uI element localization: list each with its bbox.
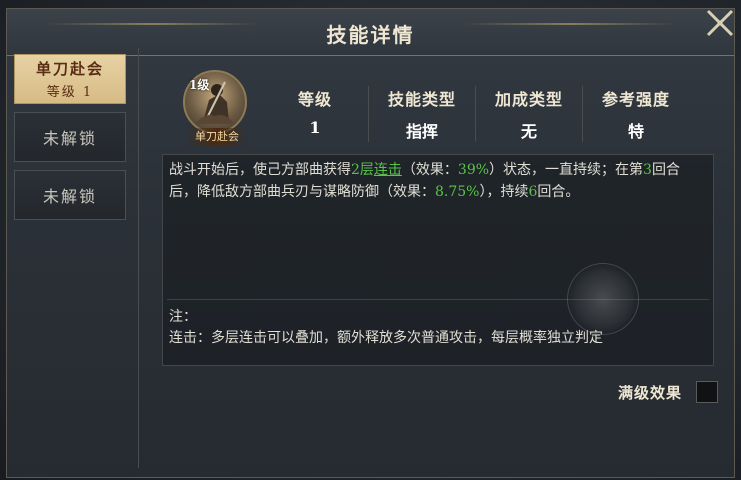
stat-reference-strength: 参考强度 特 (583, 86, 689, 142)
skill-description: 战斗开始后，使己方部曲获得2层连击（效果：39%）状态，一直持续；在第3回合后，… (169, 159, 705, 203)
desc-highlight: 8.75% (435, 184, 480, 200)
max-level-effect-label: 满级效果 (618, 384, 683, 402)
sidebar-item-locked-2[interactable]: 未解锁 (14, 170, 126, 220)
title-bar: 技能详情 (7, 9, 734, 56)
page-title: 技能详情 (326, 23, 415, 47)
stat-value: 1 (309, 118, 321, 137)
stat-header: 参考强度 (601, 90, 670, 109)
stat-value: 特 (627, 122, 644, 141)
skill-sidebar: 单刀赴会 等级 1 未解锁 未解锁 (14, 54, 130, 228)
sidebar-item-locked-1[interactable]: 未解锁 (14, 112, 126, 162)
desc-highlight: 2层 (351, 162, 374, 178)
stat-header: 加成类型 (494, 90, 563, 109)
desc-highlight: 3 (643, 162, 652, 178)
stat-value: 无 (520, 122, 537, 141)
note-label: 注： (169, 309, 197, 325)
desc-text: ），持续 (479, 184, 529, 200)
skill-name-label: 单刀赴会 (186, 128, 248, 146)
max-level-effect-checkbox[interactable] (696, 381, 718, 403)
stat-bonus-type: 加成类型 无 (476, 86, 583, 142)
desc-text: 回合。 (537, 184, 580, 200)
desc-text: （效果： (401, 162, 458, 178)
skill-level-badge: 1级 (189, 78, 210, 92)
skill-stats: 等级 1 技能类型 指挥 加成类型 无 参考强度 特 (262, 86, 689, 142)
stat-level: 等级 1 (262, 86, 369, 142)
desc-text: ）状态，一直持续；在第 (489, 162, 644, 178)
sidebar-skill-name: 单刀赴会 (35, 60, 104, 78)
effect-link[interactable]: 连击 (374, 162, 402, 178)
note-text: 连击：多层连击可以叠加，额外释放多次普通攻击，每层概率独立判定 (169, 330, 603, 346)
stat-header: 等级 (297, 90, 332, 109)
skill-note: 注： 连击：多层连击可以叠加，额外释放多次普通攻击，每层概率独立判定 (169, 307, 603, 349)
sidebar-item-label: 未解锁 (42, 187, 97, 206)
stat-header: 技能类型 (387, 90, 456, 109)
desc-text: 战斗开始后，使己方部曲获得 (169, 162, 351, 178)
skill-description-box: 战斗开始后，使己方部曲获得2层连击（效果：39%）状态，一直持续；在第3回合后，… (162, 154, 714, 366)
desc-highlight: 39% (457, 162, 490, 178)
joystick-glow (567, 263, 639, 335)
stat-skill-type: 技能类型 指挥 (369, 86, 476, 142)
sidebar-divider (138, 48, 139, 468)
close-icon[interactable] (703, 6, 737, 40)
stat-value: 指挥 (405, 122, 438, 141)
sidebar-item-label: 未解锁 (42, 129, 97, 148)
sidebar-item-skill-1[interactable]: 单刀赴会 等级 1 (14, 54, 126, 104)
sidebar-skill-level: 等级 1 (46, 85, 94, 100)
